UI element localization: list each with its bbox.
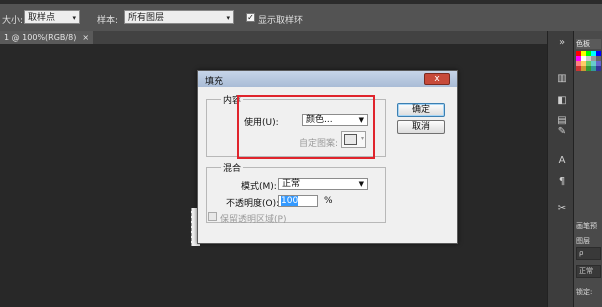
dialog-close-button[interactable]: x	[424, 73, 450, 85]
right-panel: 色板 画笔预 图层 ρ 正常 锁定:	[573, 31, 602, 307]
dialog-title-bar: 填充 x	[198, 71, 457, 87]
character-icon[interactable]: A	[556, 155, 568, 167]
cancel-button[interactable]: 取消	[397, 120, 445, 134]
sample-size-label: 大小:	[2, 16, 24, 26]
brush-preset-tab[interactable]: 画笔预	[576, 221, 597, 231]
document-tab[interactable]: 1 @ 100%(RGB/8) ×	[0, 31, 94, 44]
ok-button[interactable]: 确定	[397, 103, 445, 117]
chevron-down-icon: ▾	[72, 14, 76, 22]
swatches-grid[interactable]	[576, 51, 601, 71]
preserve-transparency-label: 保留透明区域(P)	[220, 215, 287, 225]
opacity-value: 100	[281, 196, 299, 206]
sample-label: 样本:	[97, 16, 119, 26]
preserve-transparency-checkbox[interactable]	[208, 212, 217, 221]
close-icon[interactable]: ×	[82, 33, 89, 42]
opacity-input[interactable]: 100	[278, 195, 318, 207]
highlight-box	[237, 95, 375, 159]
brush-icon[interactable]: ✎	[556, 126, 568, 138]
layers-tab[interactable]: 图层	[576, 236, 590, 246]
opacity-unit: %	[324, 196, 333, 206]
mode-select[interactable]: 正常 ▼	[278, 178, 368, 190]
collapse-icon[interactable]: »	[556, 37, 568, 49]
adjustments-icon[interactable]: ◧	[556, 95, 568, 107]
chevron-down-icon: ▾	[226, 14, 230, 22]
dialog-title: 填充	[205, 77, 224, 87]
sample-value: 所有图层	[128, 13, 165, 23]
opacity-label: 不透明度(O):	[226, 199, 280, 209]
panel-dock: » ▥ ◧ ▤ ✎ A ¶ ✂	[547, 31, 574, 307]
show-ring-label: 显示取样环	[258, 16, 304, 26]
paragraph-icon[interactable]: ¶	[556, 176, 568, 188]
sample-size-select[interactable]: 取样点 ▾	[24, 10, 80, 24]
swatches-tab[interactable]: 色板	[576, 39, 601, 49]
chevron-down-icon: ▼	[358, 180, 364, 188]
color-panel-icon[interactable]: ▥	[556, 73, 568, 85]
lock-label: 锁定:	[576, 288, 593, 296]
blend-group-label: 混合	[221, 161, 244, 174]
document-tab-title: 1 @ 100%(RGB/8)	[4, 33, 77, 42]
show-ring-checkbox[interactable]: ✓	[246, 13, 255, 22]
mode-label: 模式(M):	[241, 182, 277, 192]
sample-size-value: 取样点	[28, 13, 56, 23]
document-tab-bar: 1 @ 100%(RGB/8) ×	[0, 31, 547, 44]
sample-select[interactable]: 所有图层 ▾	[124, 10, 234, 24]
tools-icon[interactable]: ✂	[556, 203, 568, 215]
layer-filter[interactable]: ρ	[576, 247, 601, 260]
mode-value: 正常	[282, 179, 301, 189]
options-bar: 大小: 取样点 ▾ 样本: 所有图层 ▾ ✓ 显示取样环	[0, 4, 602, 32]
blend-mode-select[interactable]: 正常	[576, 265, 601, 278]
